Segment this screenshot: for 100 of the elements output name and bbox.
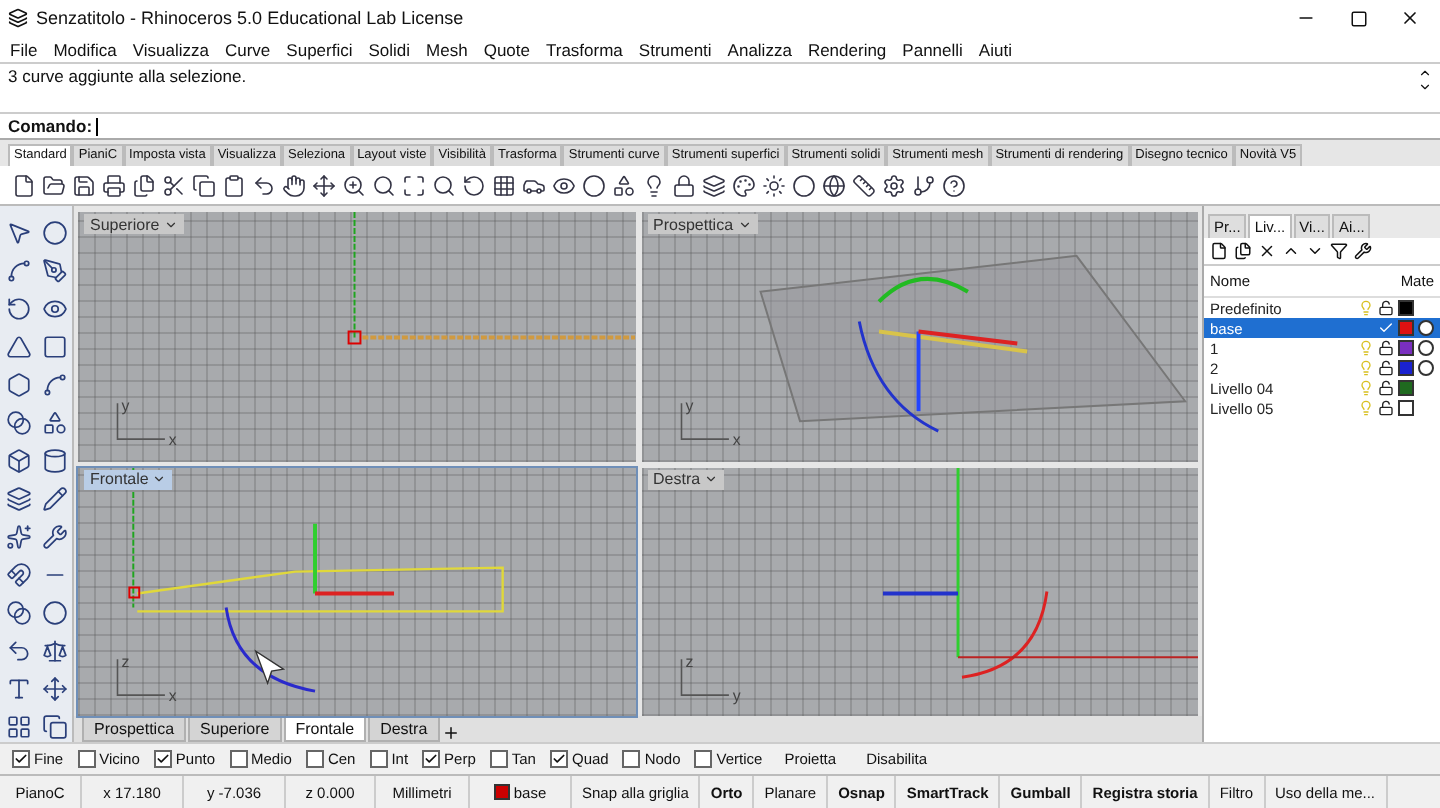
shapes-icon[interactable]	[612, 173, 636, 197]
menu-item[interactable]: Mesh	[426, 39, 468, 59]
edit-icon[interactable]	[41, 486, 67, 512]
copy-icon[interactable]	[1234, 242, 1252, 260]
copy-icon[interactable]	[132, 173, 156, 197]
move-icon[interactable]	[312, 173, 336, 197]
eye-icon[interactable]	[552, 173, 576, 197]
unlock-icon[interactable]	[1378, 340, 1394, 356]
rectangle-icon[interactable]	[41, 334, 67, 360]
checkbox[interactable]	[489, 750, 508, 768]
search-icon[interactable]	[432, 173, 456, 197]
checkbox[interactable]	[12, 750, 30, 768]
viewport-tab[interactable]: Superiore	[188, 718, 282, 742]
scale-icon[interactable]	[41, 638, 67, 664]
menu-item[interactable]: Solidi	[368, 39, 411, 59]
material-circle[interactable]	[1418, 340, 1434, 356]
wrench-icon[interactable]	[1354, 242, 1372, 260]
close-icon[interactable]	[1400, 8, 1420, 28]
maximize-icon[interactable]	[402, 173, 426, 197]
checkbox[interactable]	[305, 750, 324, 768]
help-icon[interactable]	[942, 173, 966, 197]
add-icon[interactable]	[441, 724, 460, 742]
menu-item[interactable]: Pannelli	[902, 39, 963, 59]
menu-item[interactable]: Visualizza	[132, 39, 209, 59]
viewport-tab[interactable]: Frontale	[283, 718, 367, 742]
up-icon[interactable]	[1282, 242, 1300, 260]
checkbox[interactable]	[229, 750, 247, 768]
checkbox[interactable]	[369, 750, 388, 768]
down-icon[interactable]	[1306, 242, 1324, 260]
layer-color-swatch[interactable]	[1398, 360, 1414, 376]
caret-icon[interactable]	[163, 217, 178, 231]
unlock-icon[interactable]	[1378, 360, 1394, 376]
filter-icon[interactable]	[1330, 242, 1348, 260]
file-icon[interactable]	[1210, 242, 1228, 260]
grid-icon[interactable]	[492, 173, 516, 197]
menu-item[interactable]: Strumenti	[638, 39, 712, 59]
point-icon[interactable]	[41, 220, 67, 246]
polygon-icon[interactable]	[5, 372, 31, 398]
viewport[interactable]: Superiore y x	[78, 212, 635, 461]
palette-icon[interactable]	[732, 173, 756, 197]
menu-item[interactable]: Aiuti	[978, 39, 1012, 59]
menu-item[interactable]: Quote	[483, 39, 530, 59]
layer-color-swatch[interactable]	[1398, 320, 1414, 336]
unlock-icon[interactable]	[1378, 300, 1394, 316]
unlock-icon[interactable]	[1378, 380, 1394, 396]
checkbox[interactable]	[549, 750, 568, 768]
layers-icon[interactable]	[702, 173, 726, 197]
box-icon[interactable]	[5, 448, 31, 474]
menu-item[interactable]: Rendering	[807, 39, 887, 59]
zoom-in-icon[interactable]	[342, 173, 366, 197]
undo-icon[interactable]	[252, 173, 276, 197]
caret-icon[interactable]	[704, 472, 719, 486]
menu-item[interactable]: Superfici	[286, 39, 353, 59]
text-icon[interactable]	[5, 676, 31, 702]
menu-item[interactable]: Analizza	[727, 39, 792, 59]
pointer-icon[interactable]	[5, 220, 31, 246]
search-icon[interactable]	[372, 173, 396, 197]
circle-icon[interactable]	[582, 173, 606, 197]
menu-item[interactable]: File	[10, 39, 38, 59]
hand-icon[interactable]	[282, 173, 306, 197]
scissors-icon[interactable]	[162, 173, 186, 197]
viewport-tab[interactable]: Prospettica	[82, 718, 187, 742]
clipboard-icon[interactable]	[222, 173, 246, 197]
move-icon[interactable]	[41, 676, 67, 702]
lock-icon[interactable]	[672, 173, 696, 197]
copy-icon[interactable]	[41, 714, 67, 740]
globe-icon[interactable]	[822, 173, 846, 197]
cylinder-icon[interactable]	[41, 448, 67, 474]
copy-icon[interactable]	[192, 173, 216, 197]
file-icon[interactable]	[12, 173, 36, 197]
viewport[interactable]: Frontale z x	[78, 467, 635, 716]
delete-icon[interactable]	[1258, 242, 1276, 260]
save-icon[interactable]	[72, 173, 96, 197]
printer-icon[interactable]	[102, 173, 126, 197]
layer-color-swatch[interactable]	[1398, 380, 1414, 396]
folder-icon[interactable]	[42, 173, 66, 197]
viewport-tab[interactable]: Destra	[368, 718, 440, 742]
layer-color-swatch[interactable]	[1398, 340, 1414, 356]
caret-icon[interactable]	[737, 217, 752, 231]
viewport[interactable]: Prospettica y x	[641, 212, 1198, 461]
viewport[interactable]: Destra z y	[641, 467, 1198, 716]
menu-item[interactable]: Trasforma	[546, 39, 623, 59]
checkbox[interactable]	[622, 750, 641, 768]
branch-icon[interactable]	[912, 173, 936, 197]
checkbox[interactable]	[422, 750, 441, 768]
checkbox[interactable]	[694, 750, 713, 768]
layer-color-swatch[interactable]	[1398, 400, 1414, 416]
lightbulb-icon[interactable]	[642, 173, 666, 197]
checkbox[interactable]	[153, 750, 172, 768]
material-circle[interactable]	[1418, 320, 1434, 336]
wrench-icon[interactable]	[41, 524, 67, 550]
array-icon[interactable]	[5, 714, 31, 740]
menu-item[interactable]: Curve	[224, 39, 271, 59]
material-circle[interactable]	[1418, 360, 1434, 376]
rotate-icon[interactable]	[462, 173, 486, 197]
menu-item[interactable]: Modifica	[53, 39, 117, 59]
layer-color-swatch[interactable]	[1398, 300, 1414, 316]
gear-icon[interactable]	[882, 173, 906, 197]
scroll-down-icon[interactable]	[1418, 80, 1432, 94]
caret-icon[interactable]	[152, 472, 167, 486]
